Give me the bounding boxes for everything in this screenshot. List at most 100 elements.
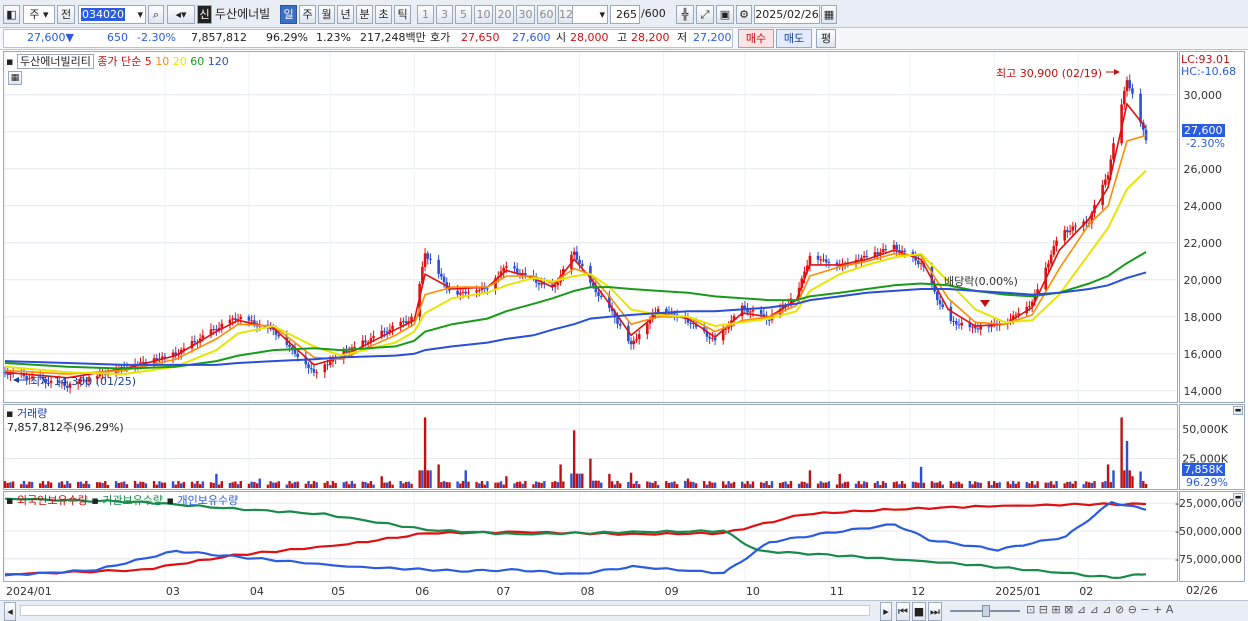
candle-body (1125, 80, 1129, 92)
x-tick-label: 03 (166, 585, 180, 598)
toolbar-icons[interactable]: ⊡ ⊟ ⊞ ⊠ ⊿ ⊿ ⊿ ⊘ ⊖ − + A (1026, 601, 1173, 619)
holdings-legend: ▪ 외국인보유수량 ▪ 기관보유수량 ▪ 개인보유수량 (6, 492, 238, 508)
volume-bar (475, 481, 478, 488)
ma-line-10 (4, 134, 1147, 375)
table-icon[interactable]: ▦ (8, 71, 22, 85)
volume-bar (537, 482, 541, 488)
maximize-icon[interactable]: ▬ (1233, 493, 1243, 502)
volume-bar (1120, 417, 1123, 488)
hc-label: HC:-10.68 (1181, 65, 1237, 78)
legend-institution[interactable]: 기관보유수량 (102, 494, 163, 507)
candle-body (475, 290, 478, 293)
volume-bar (6, 482, 9, 488)
low-arrow-head (13, 377, 19, 383)
maximize-icon[interactable]: ▬ (1233, 406, 1243, 415)
forward-icon[interactable]: ⏭ (928, 602, 942, 621)
candle-body (513, 266, 516, 269)
volume-bar (364, 481, 367, 488)
volume-bar (578, 473, 581, 488)
legend-ma-10: 10 (151, 55, 170, 68)
candle-body (404, 321, 408, 324)
candle-body (477, 289, 481, 291)
volume-bar (711, 482, 714, 488)
volume-bar (182, 481, 186, 488)
candle-body (1139, 93, 1142, 123)
volume-bar (399, 480, 402, 488)
x-tick-label: 07 (497, 585, 511, 598)
volume-bar (114, 481, 118, 488)
volume-bar (106, 485, 110, 488)
volume-bar (258, 478, 261, 488)
volume-bar (976, 482, 980, 488)
candle-body (1131, 88, 1134, 94)
volume-bar (1014, 483, 1018, 488)
volume-bar (619, 483, 622, 488)
volume-bar (177, 480, 180, 488)
volume-bar (380, 476, 383, 488)
volume-bar (743, 483, 747, 488)
x-tick-label: 2025/01 (995, 585, 1041, 598)
volume-bar (125, 484, 129, 488)
volume-bar (25, 484, 28, 488)
zoom-slider-handle[interactable] (982, 605, 990, 617)
candle-body (895, 244, 898, 250)
volume-bar (391, 484, 394, 488)
scrollbar-track[interactable] (20, 605, 870, 616)
candle-body (664, 308, 668, 312)
volume-bar (98, 482, 102, 488)
volume-bar (312, 480, 316, 488)
volume-bar (285, 484, 289, 488)
volume-bar (388, 481, 392, 488)
volume-bar (1093, 481, 1096, 488)
volume-bar (911, 481, 915, 488)
volume-bar (461, 480, 465, 488)
volume-bar (117, 482, 121, 488)
stop-icon[interactable]: ■ (912, 602, 926, 621)
scroll-left-icon[interactable]: ◂ (4, 602, 16, 621)
volume-bar (843, 481, 847, 488)
volume-bar (551, 482, 554, 488)
volume-bar (673, 481, 676, 488)
legend-foreign[interactable]: 외국인보유수량 (17, 494, 88, 507)
legend-stock-name[interactable]: 두산에너빌리티 (16, 54, 94, 69)
rewind-icon[interactable]: ⏮ (896, 602, 910, 621)
volume-bar (272, 482, 275, 488)
price-legend: ▪ 두산에너빌리티 종가 단순 5 10 20 60 120 (6, 53, 229, 69)
volume-bar (231, 482, 234, 488)
legend-individual[interactable]: 개인보유수량 (177, 494, 238, 507)
volume-bar (47, 481, 50, 488)
scroll-right-icon[interactable]: ▸ (880, 602, 892, 621)
volume-bar (787, 484, 790, 488)
candle-body (323, 364, 327, 373)
candle-body (464, 291, 468, 294)
price-tick-label: 18,000 (1184, 311, 1223, 324)
volume-bar (968, 480, 972, 488)
volume-bar (914, 481, 917, 488)
candle-body (437, 259, 440, 274)
volume-bar (1068, 481, 1072, 488)
x-tick-label: 06 (415, 585, 429, 598)
volume-bar (142, 481, 145, 488)
volume-bar (898, 484, 901, 488)
volume-bar (429, 470, 432, 488)
candle-body (575, 251, 579, 260)
volume-bar (347, 484, 351, 488)
volume-bar (667, 482, 671, 488)
price-tick-label: 24,000 (1184, 200, 1223, 213)
legend-ma-5: 5 (144, 55, 152, 68)
volume-bar (778, 482, 782, 488)
chart-canvas[interactable]: 30,00028,00026,00024,00022,00020,00018,0… (0, 0, 1248, 621)
dot-icon: ▪ (6, 55, 14, 68)
candle-body (1104, 179, 1107, 185)
candle-body (228, 319, 232, 324)
candle-body (751, 310, 755, 312)
candle-body (364, 340, 367, 343)
volume-bar (155, 484, 158, 488)
candle-body (976, 328, 980, 330)
volume-bar (654, 481, 657, 488)
volume-bar (941, 484, 944, 488)
legend-ma-60: 60 (186, 55, 205, 68)
volume-bar (361, 481, 364, 488)
volume-bar (632, 483, 635, 488)
volume-bar (1139, 471, 1142, 488)
